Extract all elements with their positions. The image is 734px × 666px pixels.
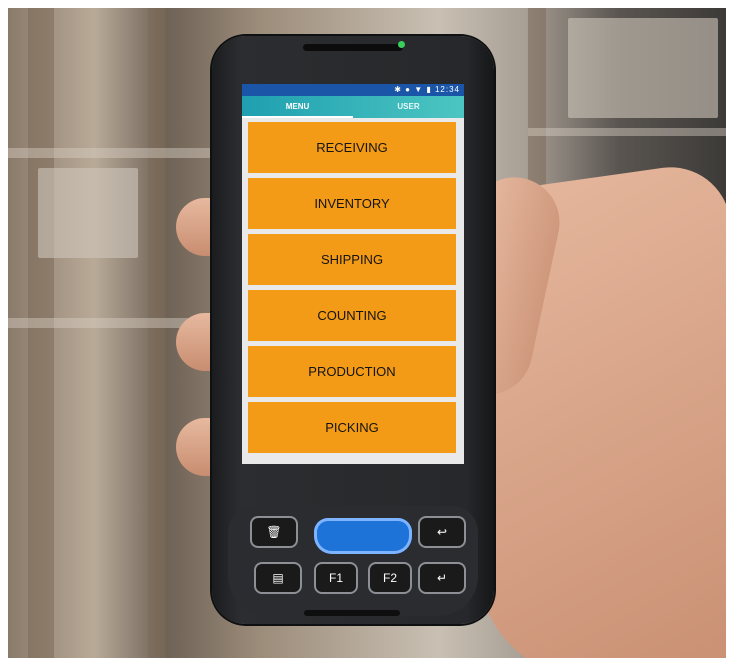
menu-item-inventory[interactable]: INVENTORY — [248, 178, 456, 229]
f1-key-label: F1 — [328, 571, 343, 585]
tab-menu[interactable]: MENU — [242, 96, 353, 118]
menu-key[interactable]: ▤ — [254, 562, 302, 594]
handheld-scanner-device: ✱ ● ▼ ▮ 12:34 MENU USER RECEIVING INVENT… — [212, 36, 494, 624]
back-key[interactable]: ↩ — [418, 516, 466, 548]
scan-button[interactable] — [314, 518, 412, 554]
keypad: 🗑 ↩ ▤ F1 F2 ↵ — [228, 506, 478, 616]
f1-key[interactable]: F1 — [314, 562, 358, 594]
delete-key[interactable]: 🗑 — [250, 516, 298, 548]
enter-icon: ↵ — [436, 571, 448, 585]
menu-icon: ▤ — [272, 571, 284, 585]
menu-item-picking[interactable]: PICKING — [248, 402, 456, 453]
menu-item-receiving[interactable]: RECEIVING — [248, 122, 456, 173]
status-time: 12:34 — [434, 85, 460, 94]
menu-list: RECEIVING INVENTORY SHIPPING COUNTING PR… — [242, 118, 464, 464]
back-arrow-icon: ↩ — [436, 525, 448, 539]
shelf — [528, 128, 726, 136]
status-led — [398, 41, 405, 48]
device-screen: ✱ ● ▼ ▮ 12:34 MENU USER RECEIVING INVENT… — [242, 84, 464, 464]
trash-icon: 🗑 — [266, 525, 282, 539]
shelf — [8, 148, 228, 158]
bottom-port — [304, 610, 400, 616]
box — [568, 18, 718, 118]
menu-item-production[interactable]: PRODUCTION — [248, 346, 456, 397]
menu-item-counting[interactable]: COUNTING — [248, 290, 456, 341]
status-icons: ✱ ● ▼ ▮ 12:34 — [394, 85, 460, 94]
tab-user[interactable]: USER — [353, 96, 464, 118]
menu-item-shipping[interactable]: SHIPPING — [248, 234, 456, 285]
status-bar: ✱ ● ▼ ▮ 12:34 — [242, 84, 464, 96]
f2-key-label: F2 — [382, 571, 397, 585]
tab-bar: MENU USER — [242, 96, 464, 118]
speaker-grille — [303, 44, 403, 51]
rack-post — [148, 8, 166, 658]
f2-key[interactable]: F2 — [368, 562, 412, 594]
box — [38, 168, 138, 258]
enter-key[interactable]: ↵ — [418, 562, 466, 594]
rack-post — [28, 8, 54, 658]
